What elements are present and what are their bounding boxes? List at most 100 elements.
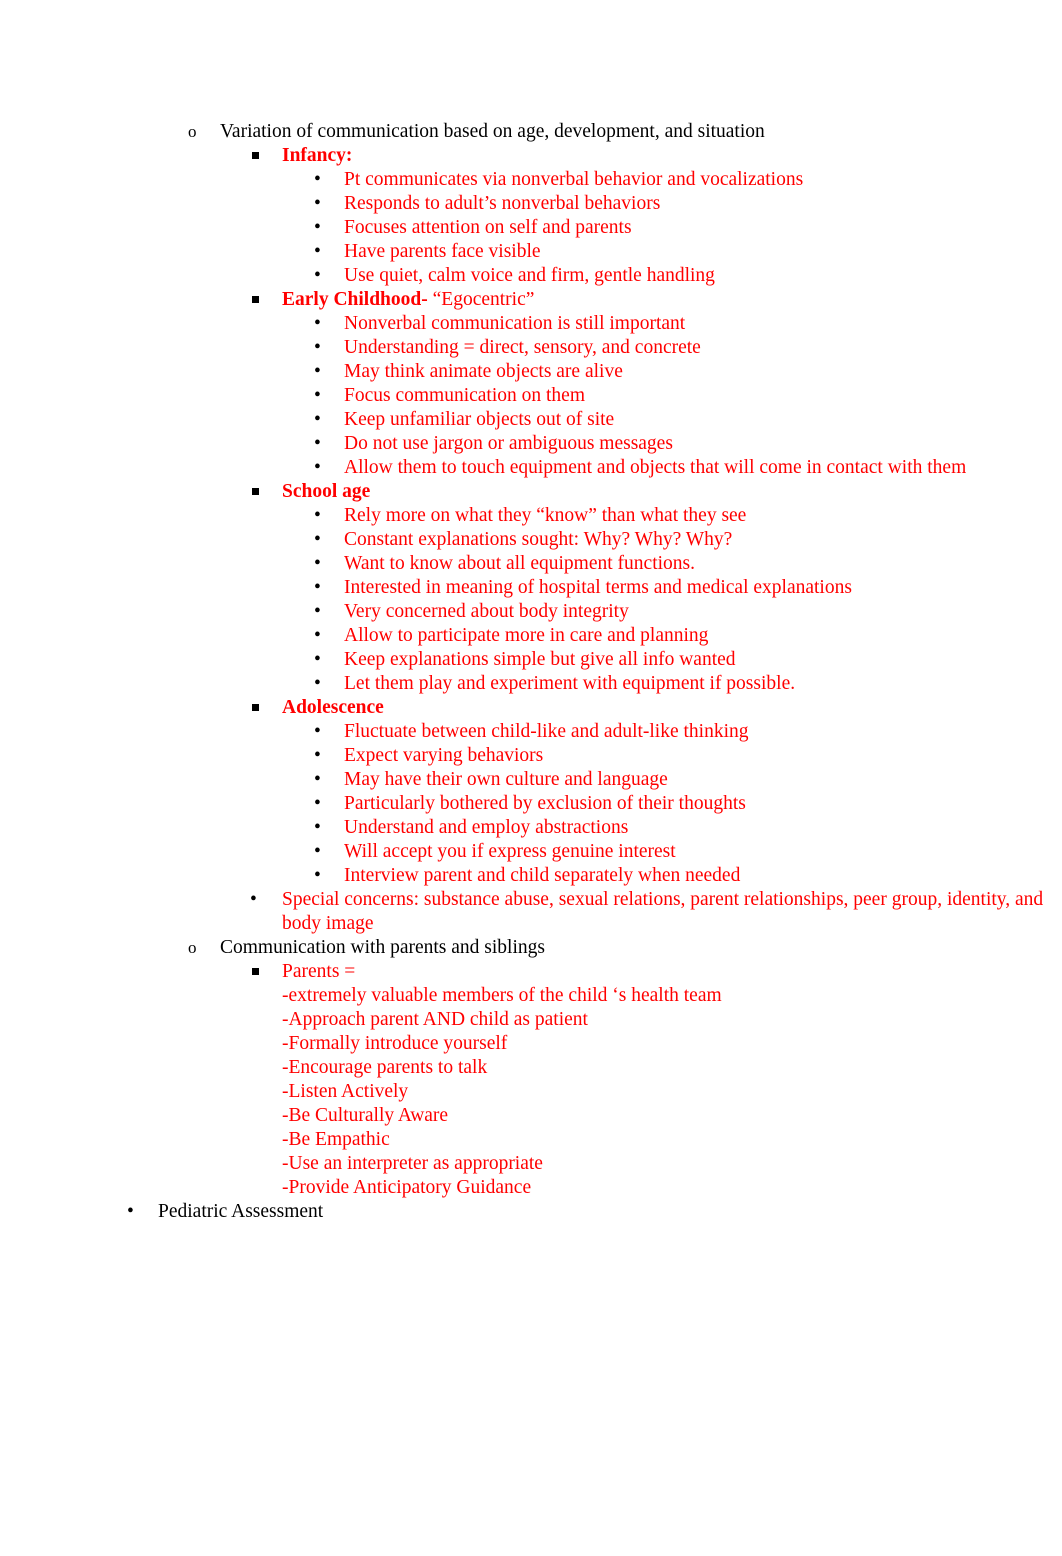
round-bullet-icon: •: [314, 577, 321, 598]
round-bullet-icon: •: [314, 745, 321, 766]
round-bullet-icon: •: [314, 217, 321, 238]
list-item-label: Focuses attention on self and parents: [344, 217, 632, 238]
square-bullet-icon: [252, 704, 259, 711]
list-item-label: Pt communicates via nonverbal behavior a…: [344, 169, 804, 190]
list-item-label: Let them play and experiment with equipm…: [344, 673, 796, 694]
circle-bullet-icon: o: [188, 122, 197, 141]
list-item: • Have parents face visible: [0, 240, 1062, 264]
list-item-label: Keep unfamiliar objects out of site: [344, 409, 615, 430]
list-item-label: Constant explanations sought: Why? Why? …: [344, 529, 733, 550]
round-bullet-icon: •: [314, 673, 321, 694]
subsection-heading-early-childhood-quote: “Egocentric”: [427, 289, 535, 310]
list-item-variation-of-communication: o Variation of communication based on ag…: [0, 120, 1062, 144]
list-item-label: May think animate objects are alive: [344, 361, 623, 382]
list-item: • Very concerned about body integrity: [0, 600, 1062, 624]
list-item-label: Will accept you if express genuine inter…: [344, 841, 676, 862]
round-bullet-icon: •: [314, 505, 321, 526]
list-item-label: Interview parent and child separately wh…: [344, 865, 741, 886]
round-bullet-icon: •: [314, 361, 321, 382]
list-item: • Focuses attention on self and parents: [0, 216, 1062, 240]
list-item: • Keep unfamiliar objects out of site: [0, 408, 1062, 432]
subsection-heading-infancy: Infancy:: [282, 145, 353, 166]
round-bullet-icon: •: [314, 457, 321, 478]
list-item: • Interview parent and child separately …: [0, 864, 1062, 888]
list-item-label: Very concerned about body integrity: [344, 601, 629, 622]
subsection-heading-adolescence: Adolescence: [282, 697, 384, 718]
list-item: • Let them play and experiment with equi…: [0, 672, 1062, 696]
round-bullet-icon: •: [314, 385, 321, 406]
list-item: • Understanding = direct, sensory, and c…: [0, 336, 1062, 360]
subsection-heading-early-childhood-bold: Early Childhood-: [282, 289, 428, 310]
round-bullet-icon: •: [314, 553, 321, 574]
round-bullet-icon: •: [314, 601, 321, 622]
circle-bullet-icon: o: [188, 938, 197, 957]
list-item-pediatric-assessment: • Pediatric Assessment: [0, 1200, 1062, 1224]
round-bullet-icon: •: [314, 433, 321, 454]
list-item: • May think animate objects are alive: [0, 360, 1062, 384]
square-bullet-icon: [252, 968, 259, 975]
list-item-label: Have parents face visible: [344, 241, 541, 262]
list-item-school-age-heading: School age: [0, 480, 1062, 504]
list-item-early-childhood-heading: Early Childhood- “Egocentric”: [0, 288, 1062, 312]
list-item-adolescence-heading: Adolescence: [0, 696, 1062, 720]
list-item-parents-block: Parents = -extremely valuable members of…: [0, 960, 1062, 1200]
round-bullet-icon: •: [314, 793, 321, 814]
list-item-label: Use quiet, calm voice and firm, gentle h…: [344, 265, 715, 286]
subsection-heading-school-age: School age: [282, 481, 371, 502]
round-bullet-icon: •: [314, 841, 321, 862]
list-item: • Fluctuate between child-like and adult…: [0, 720, 1062, 744]
round-bullet-icon: •: [127, 1201, 134, 1222]
list-item-communication-parents-siblings: o Communication with parents and sibling…: [0, 936, 1062, 960]
round-bullet-icon: •: [314, 769, 321, 790]
document-page: o Variation of communication based on ag…: [0, 0, 1062, 1556]
list-item: • Will accept you if express genuine int…: [0, 840, 1062, 864]
list-item-label: Keep explanations simple but give all in…: [344, 649, 736, 670]
list-item-infancy-heading: Infancy:: [0, 144, 1062, 168]
square-bullet-icon: [252, 296, 259, 303]
list-item-label: Interested in meaning of hospital terms …: [344, 577, 852, 598]
list-item: • Expect varying behaviors: [0, 744, 1062, 768]
list-item: • Responds to adult’s nonverbal behavior…: [0, 192, 1062, 216]
square-bullet-icon: [252, 488, 259, 495]
list-item-label: Do not use jargon or ambiguous messages: [344, 433, 673, 454]
list-item: • Rely more on what they “know” than wha…: [0, 504, 1062, 528]
list-item: • Allow them to touch equipment and obje…: [0, 456, 1062, 480]
subsection-heading-early-childhood: Early Childhood- “Egocentric”: [282, 288, 1062, 312]
list-item: • Allow to participate more in care and …: [0, 624, 1062, 648]
list-item-label: May have their own culture and language: [344, 769, 668, 790]
list-item-label: Understanding = direct, sensory, and con…: [344, 337, 701, 358]
round-bullet-icon: •: [314, 625, 321, 646]
list-item-label: Focus communication on them: [344, 385, 586, 406]
list-item: • Pt communicates via nonverbal behavior…: [0, 168, 1062, 192]
list-item: • Keep explanations simple but give all …: [0, 648, 1062, 672]
round-bullet-icon: •: [314, 241, 321, 262]
round-bullet-icon: •: [314, 721, 321, 742]
square-bullet-icon: [252, 152, 259, 159]
list-item-special-concerns: • Special concerns: substance abuse, sex…: [0, 888, 1062, 936]
parents-block-text: Parents = -extremely valuable members of…: [282, 961, 722, 1198]
round-bullet-icon: •: [314, 409, 321, 430]
list-item: • Interested in meaning of hospital term…: [0, 576, 1062, 600]
list-item-label: Rely more on what they “know” than what …: [344, 505, 747, 526]
list-item-label: Nonverbal communication is still importa…: [344, 313, 686, 334]
list-item-label: Responds to adult’s nonverbal behaviors: [344, 193, 661, 214]
list-item-label: Communication with parents and siblings: [220, 937, 545, 958]
list-item-label: Variation of communication based on age,…: [220, 121, 765, 142]
list-item-label: Fluctuate between child-like and adult-l…: [344, 721, 749, 742]
round-bullet-icon: •: [314, 337, 321, 358]
list-item: • Focus communication on them: [0, 384, 1062, 408]
outline-content: o Variation of communication based on ag…: [0, 120, 1062, 1224]
list-item-label: Allow them to touch equipment and object…: [344, 457, 967, 478]
round-bullet-icon: •: [314, 529, 321, 550]
round-bullet-icon: •: [314, 313, 321, 334]
list-item-label: Particularly bothered by exclusion of th…: [344, 793, 746, 814]
round-bullet-icon: •: [314, 265, 321, 286]
list-item-label: Pediatric Assessment: [158, 1201, 324, 1222]
list-item: • Understand and employ abstractions: [0, 816, 1062, 840]
list-item-label: Understand and employ abstractions: [344, 817, 629, 838]
list-item: • Want to know about all equipment funct…: [0, 552, 1062, 576]
list-item: • Constant explanations sought: Why? Why…: [0, 528, 1062, 552]
list-item-label: Special concerns: substance abuse, sexua…: [282, 889, 1044, 934]
round-bullet-icon: •: [314, 649, 321, 670]
round-bullet-icon: •: [314, 817, 321, 838]
